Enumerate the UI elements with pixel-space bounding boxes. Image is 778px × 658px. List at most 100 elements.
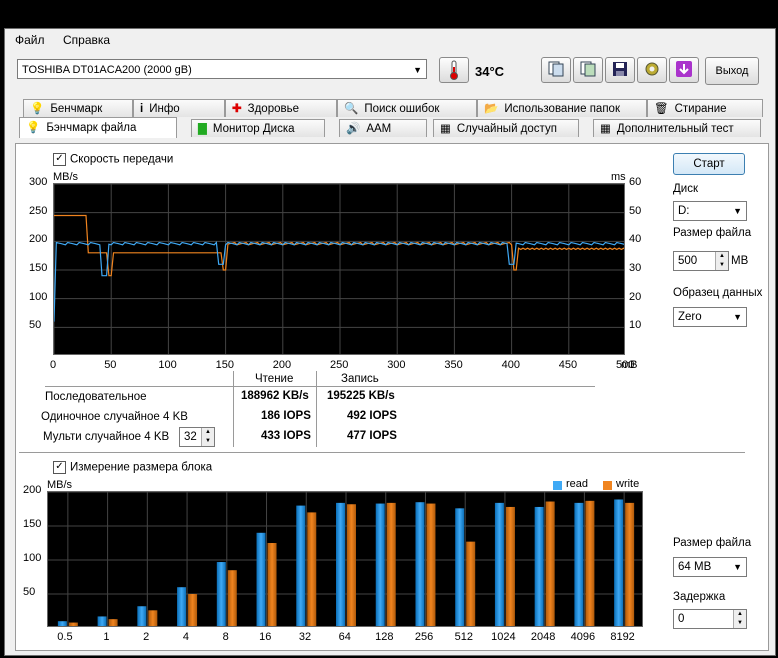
divider <box>45 386 595 387</box>
menu-bar: Файл Справка <box>5 29 775 51</box>
delay-value: 0 <box>678 613 685 625</box>
y-tick-label: 300 <box>29 176 48 188</box>
drive-select[interactable]: TOSHIBA DT01ACA200 (2000 gB) ▼ <box>17 59 427 79</box>
block-size-label: Измерение размера блока <box>70 461 213 474</box>
x-tick-label: 512 <box>454 631 473 643</box>
menu-file[interactable]: Файл <box>15 33 45 47</box>
read-bar <box>137 606 147 626</box>
write-bar <box>267 543 277 626</box>
exit-button[interactable]: Выход <box>705 57 759 85</box>
read-bar <box>216 562 226 626</box>
x-tick-label: 350 <box>444 359 463 371</box>
x-tick-label: 64 <box>338 631 351 643</box>
queue-depth-value: 32 <box>184 431 197 443</box>
x-tick-label: 150 <box>215 359 234 371</box>
x-tick-label: 300 <box>387 359 406 371</box>
drive-select-value: TOSHIBA DT01ACA200 (2000 gB) <box>22 64 192 76</box>
lightbulb-icon: 💡 <box>26 122 41 134</box>
tab-folder-usage[interactable]: 📂 Использование папок <box>477 99 647 117</box>
filesize-stepper[interactable]: 500 ▲ ▼ <box>673 251 729 271</box>
options-button[interactable] <box>637 57 667 83</box>
x-tick-label: 400 <box>501 359 520 371</box>
save-button[interactable] <box>605 57 635 83</box>
divider <box>316 371 317 447</box>
block-filesize-value: 64 MB <box>678 561 712 573</box>
copy-image-button[interactable] <box>573 57 603 83</box>
app-window: Файл Справка TOSHIBA DT01ACA200 (2000 gB… <box>4 28 776 656</box>
copy-text-icon <box>548 61 564 80</box>
read-bar <box>455 508 465 626</box>
tab-info[interactable]: i Инфо <box>133 99 225 117</box>
transfer-speed-checkbox[interactable]: ✓ Скорость передачи <box>53 153 173 166</box>
download-icon <box>675 60 693 81</box>
pattern-select[interactable]: Zero ▼ <box>673 307 747 327</box>
x-tick-label: 2 <box>143 631 150 643</box>
legend-label-read: read <box>566 478 589 490</box>
y-tick-label: 150 <box>29 262 48 274</box>
tab-health[interactable]: ✚ Здоровье <box>225 99 337 117</box>
trash-icon: 🗑 <box>654 102 669 115</box>
x-tick-label: 4 <box>182 631 189 643</box>
pattern-select-value: Zero <box>678 311 702 323</box>
read-bar <box>177 587 187 626</box>
tab-label: Бэнчмарк файла <box>46 122 137 134</box>
multi4k-read-value: 433 IOPS <box>261 430 311 442</box>
x-tick-label: 256 <box>414 631 434 643</box>
write-bar <box>307 512 317 626</box>
tab-aam[interactable]: 🔊 AAM <box>339 119 427 137</box>
health-cross-icon: ✚ <box>232 102 242 115</box>
tab-label: Поиск ошибок <box>364 102 440 115</box>
seq-read-value: 188962 KB/s <box>241 390 309 402</box>
download-button[interactable] <box>669 57 699 83</box>
delay-stepper[interactable]: 0 ▲ ▼ <box>673 609 747 629</box>
read-bar <box>375 503 385 626</box>
grid-icon: ▦ <box>440 122 451 135</box>
spin-arrows-icon[interactable]: ▲ ▼ <box>715 252 728 270</box>
block-size-checkbox[interactable]: ✓ Измерение размера блока <box>53 461 212 474</box>
y-tick-label: 50 <box>29 319 42 332</box>
tab-label: Бенчмарк <box>50 102 103 115</box>
transfer-chart <box>53 183 625 355</box>
col-write-header: Запись <box>341 373 379 385</box>
y-tick-label: 200 <box>23 484 42 496</box>
spin-arrows-icon[interactable]: ▲ ▼ <box>201 428 214 446</box>
tab-benchmark[interactable]: 💡 Бенчмарк <box>23 99 133 117</box>
y-tick-label: 150 <box>23 518 42 530</box>
filesize-unit: MB <box>731 255 749 267</box>
tab-label: Стирание <box>674 102 727 115</box>
save-icon <box>612 61 628 80</box>
filesize-label: Размер файла <box>673 227 752 239</box>
tab-random-access[interactable]: ▦ Случайный доступ <box>433 119 579 137</box>
divider <box>233 371 234 447</box>
read-bar <box>614 499 624 626</box>
col-read-header: Чтение <box>255 373 294 385</box>
write-bar <box>347 504 356 626</box>
chevron-down-icon: ▼ <box>733 312 742 322</box>
menu-help[interactable]: Справка <box>63 33 110 47</box>
tab-extra-tests[interactable]: ▦ Дополнительный тест <box>593 119 761 137</box>
tab-disk-monitor[interactable]: ▇ Монитор Диска <box>191 119 325 137</box>
disk-select[interactable]: D: ▼ <box>673 201 747 221</box>
tab-error-scan[interactable]: 🔍 Поиск ошибок <box>337 99 477 117</box>
x-tick-label: 100 <box>158 359 177 371</box>
thermometer-icon <box>439 57 469 83</box>
spin-arrows-icon[interactable]: ▲ ▼ <box>733 610 746 628</box>
folder-icon: 📂 <box>484 102 499 115</box>
copy-text-button[interactable] <box>541 57 571 83</box>
tab-erase[interactable]: 🗑 Стирание <box>647 99 763 117</box>
x-tick-label: 8192 <box>610 631 635 643</box>
write-bar <box>108 619 118 626</box>
tab-file-benchmark[interactable]: 💡 Бэнчмарк файла <box>19 117 177 138</box>
write-bar <box>227 570 237 626</box>
row-label: Мульти случайное 4 KB <box>43 431 170 443</box>
x-tick-label: 1024 <box>491 631 516 643</box>
start-button[interactable]: Старт <box>673 153 745 175</box>
write-bar <box>585 500 595 626</box>
x-tick-label: 0.5 <box>57 631 73 643</box>
rand4k-read-value: 186 IOPS <box>261 410 311 422</box>
queue-depth-stepper[interactable]: 32 ▲ ▼ <box>179 427 215 447</box>
filesize-value: 500 <box>678 255 698 267</box>
unit-ms: ms <box>611 171 626 183</box>
block-filesize-select[interactable]: 64 MB ▼ <box>673 557 747 577</box>
magnifier-icon: 🔍 <box>344 102 359 115</box>
